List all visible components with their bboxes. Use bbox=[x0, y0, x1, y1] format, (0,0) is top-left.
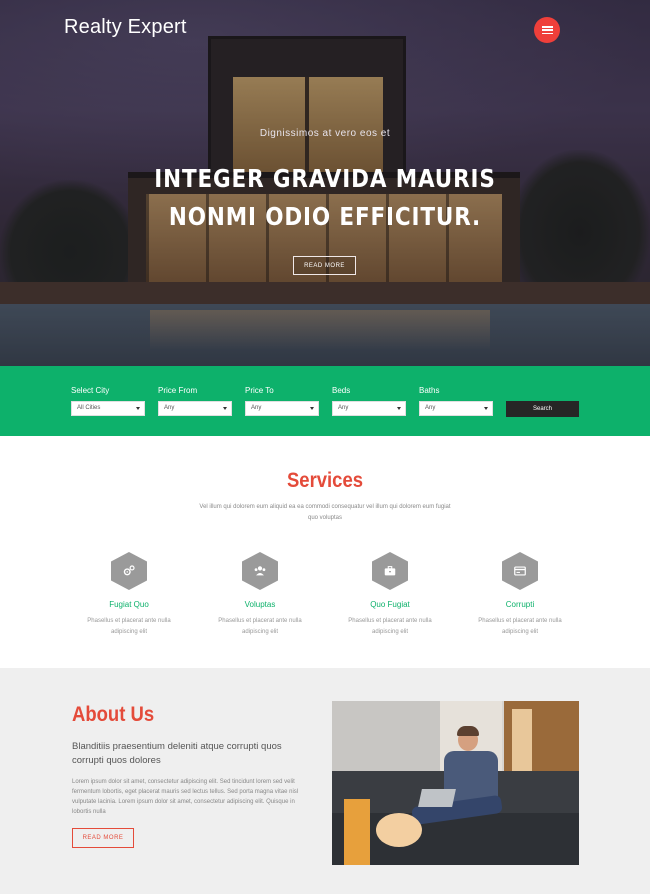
caret-down-icon bbox=[397, 407, 401, 410]
search-field-label: Price From bbox=[158, 386, 198, 395]
select-value: Any bbox=[251, 405, 262, 411]
service-card: Quo Fugiat Phasellus et placerat ante nu… bbox=[335, 552, 445, 638]
service-name[interactable]: Fugiat Quo bbox=[74, 599, 184, 611]
about-read-more-button[interactable]: READ MORE bbox=[72, 828, 134, 848]
caret-down-icon bbox=[136, 407, 140, 410]
search-field-label: Price To bbox=[245, 386, 274, 395]
hero-title: INTEGER GRAVIDA MAURIS NONMI ODIO EFFICI… bbox=[154, 164, 496, 231]
caret-down-icon bbox=[484, 407, 488, 410]
search-field-label: Select City bbox=[71, 386, 110, 395]
hero-read-more-button[interactable]: READ MORE bbox=[293, 256, 356, 275]
about-photo bbox=[332, 701, 579, 865]
about-title: About Us bbox=[72, 703, 155, 726]
select-value: Any bbox=[164, 405, 175, 411]
services-title: Services bbox=[286, 469, 364, 492]
briefcase-icon bbox=[384, 566, 396, 576]
city-select[interactable]: All Cities bbox=[71, 401, 145, 416]
hamburger-icon bbox=[541, 26, 553, 34]
about-body: Lorem ipsum dolor sit amet, consectetur … bbox=[72, 779, 299, 815]
select-value: All Cities bbox=[77, 405, 101, 411]
search-field-price-to: Price To Any bbox=[245, 385, 319, 416]
price-from-select[interactable]: Any bbox=[158, 401, 232, 416]
service-text: Phasellus et placerat ante nulla adipisc… bbox=[218, 618, 302, 635]
gears-icon bbox=[123, 565, 135, 576]
service-text: Phasellus et placerat ante nulla adipisc… bbox=[478, 618, 562, 635]
brand-logo[interactable]: Realty Expert bbox=[64, 16, 187, 39]
caret-down-icon bbox=[223, 407, 227, 410]
services-description: Vel illum qui dolorem eum aliquid ea ea … bbox=[199, 504, 451, 521]
search-field-label: Baths bbox=[419, 386, 440, 395]
select-value: Any bbox=[425, 405, 436, 411]
search-field-price-from: Price From Any bbox=[158, 385, 232, 416]
service-card: Fugiat Quo Phasellus et placerat ante nu… bbox=[74, 552, 184, 638]
service-icon-badge bbox=[111, 552, 147, 590]
hero-subtitle: Dignissimos at vero eos et bbox=[259, 128, 391, 139]
service-icon-badge bbox=[502, 552, 538, 590]
users-icon bbox=[254, 566, 266, 576]
menu-button[interactable] bbox=[534, 17, 560, 43]
service-name[interactable]: Quo Fugiat bbox=[335, 599, 445, 611]
service-icon-badge bbox=[372, 552, 408, 590]
service-name[interactable]: Corrupti bbox=[465, 599, 575, 611]
search-field-label: Beds bbox=[332, 386, 351, 395]
select-value: Any bbox=[338, 405, 349, 411]
search-button[interactable]: Search bbox=[506, 401, 579, 417]
service-icon-badge bbox=[242, 552, 278, 590]
service-name[interactable]: Voluptas bbox=[205, 599, 315, 611]
baths-select[interactable]: Any bbox=[419, 401, 493, 416]
search-field-beds: Beds Any bbox=[332, 385, 406, 416]
service-card: Voluptas Phasellus et placerat ante null… bbox=[205, 552, 315, 638]
search-field-baths: Baths Any bbox=[419, 385, 493, 416]
beds-select[interactable]: Any bbox=[332, 401, 406, 416]
search-field-city: Select City All Cities bbox=[71, 385, 145, 416]
about-lead: Blanditiis praesentium deleniti atque co… bbox=[72, 741, 282, 766]
service-text: Phasellus et placerat ante nulla adipisc… bbox=[87, 618, 171, 635]
caret-down-icon bbox=[310, 407, 314, 410]
card-icon bbox=[514, 566, 526, 576]
service-card: Corrupti Phasellus et placerat ante null… bbox=[465, 552, 575, 638]
service-text: Phasellus et placerat ante nulla adipisc… bbox=[348, 618, 432, 635]
price-to-select[interactable]: Any bbox=[245, 401, 319, 416]
